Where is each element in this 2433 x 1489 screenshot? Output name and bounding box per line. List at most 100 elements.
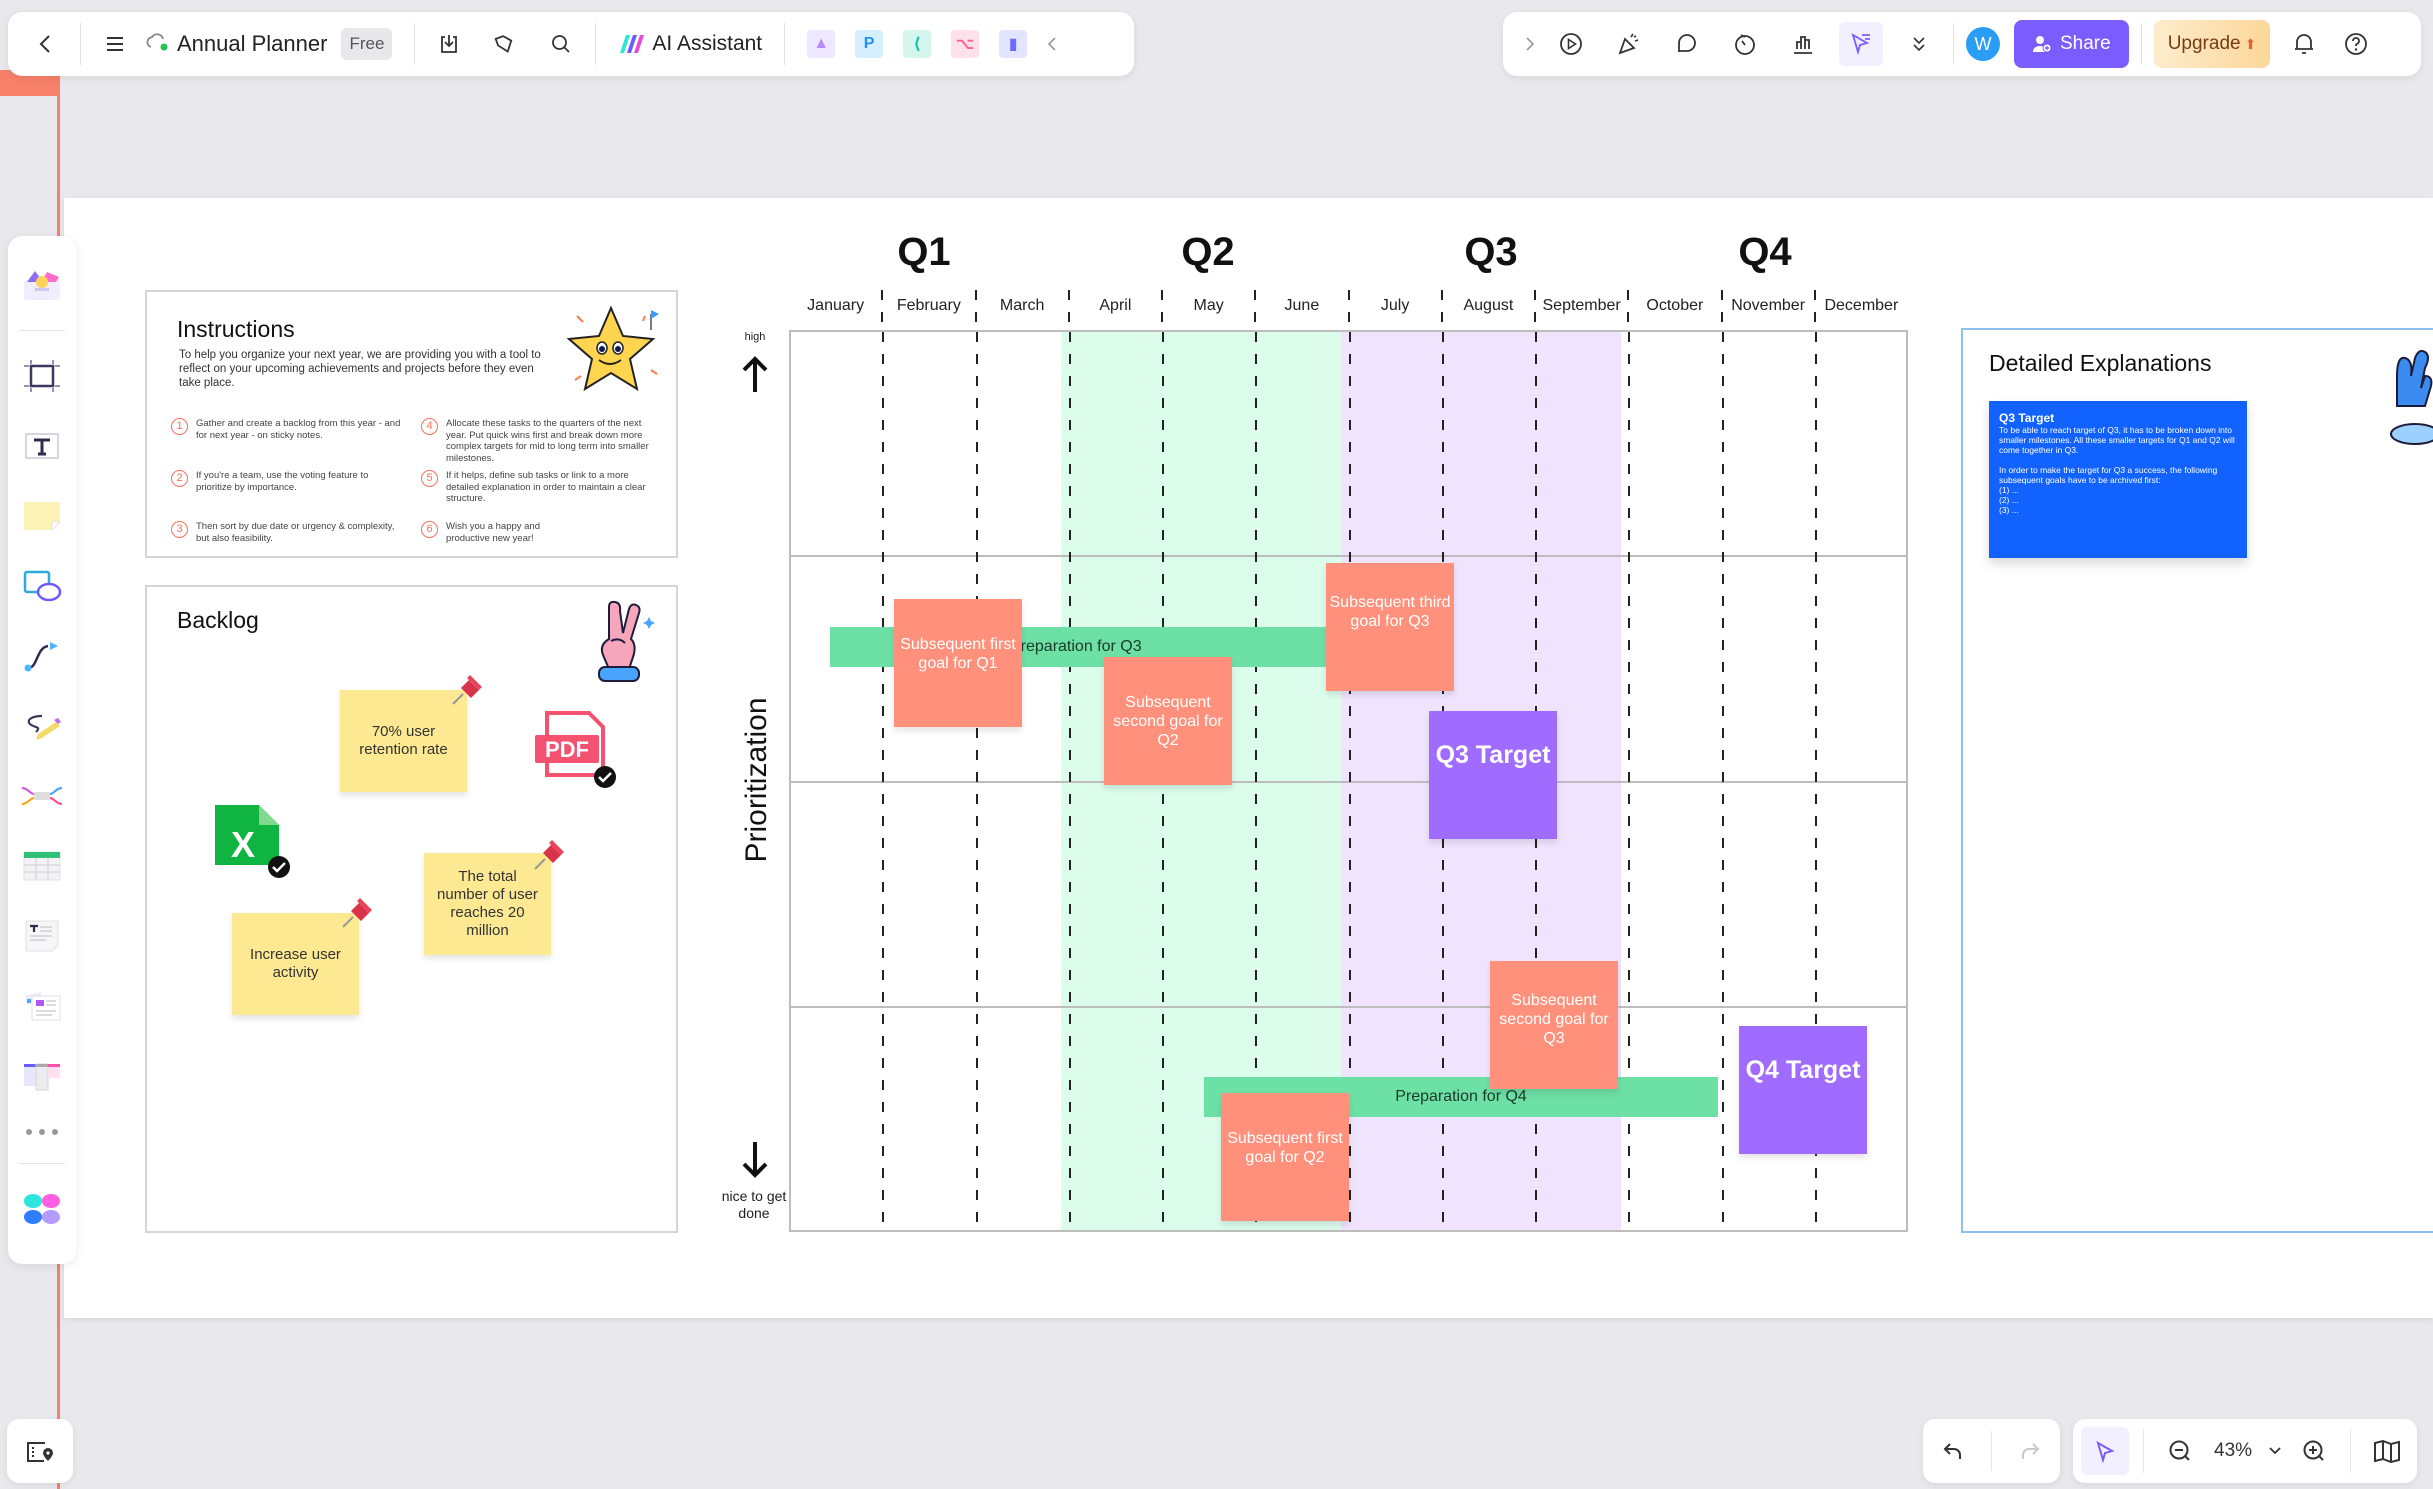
pdf-file-icon: PDF xyxy=(535,711,616,788)
back-button[interactable] xyxy=(24,22,68,66)
flowchart-app-icon[interactable]: ⌥ xyxy=(951,30,980,58)
user-avatar[interactable]: W xyxy=(1966,27,2000,61)
goal-sticky[interactable]: Subsequent second goal for Q2 xyxy=(1104,657,1232,785)
templates-tool[interactable] xyxy=(16,256,68,314)
tag-button[interactable] xyxy=(483,22,527,66)
bell-icon xyxy=(2295,34,2314,54)
search-button[interactable] xyxy=(539,22,583,66)
cursor-icon xyxy=(2096,1440,2115,1463)
notifications-button[interactable] xyxy=(2282,22,2326,66)
document-title[interactable]: Annual Planner xyxy=(177,31,327,57)
step-number: 6 xyxy=(421,521,438,538)
month-label: May xyxy=(1193,297,1224,314)
export-button[interactable] xyxy=(427,22,471,66)
outline-map-button[interactable] xyxy=(7,1419,73,1483)
cards-tool[interactable] xyxy=(16,977,68,1035)
search-icon xyxy=(552,35,571,53)
arrow-up-icon xyxy=(742,356,768,392)
redo-button[interactable] xyxy=(2008,1429,2052,1473)
zoom-in-icon xyxy=(2303,1440,2324,1461)
month-tick xyxy=(1720,290,1723,330)
star-mascot-icon xyxy=(566,305,659,392)
step-text: If it helps, define sub tasks or link to… xyxy=(446,470,646,504)
document-tool[interactable] xyxy=(16,907,68,965)
zoom-out-button[interactable] xyxy=(2158,1429,2202,1473)
present-button[interactable] xyxy=(1549,22,1593,66)
chevrons-down-icon xyxy=(1913,37,1925,52)
goal-sticky[interactable]: Subsequent second goal for Q3 xyxy=(1490,961,1618,1089)
connector-tool[interactable] xyxy=(16,627,68,685)
month-tick xyxy=(881,290,884,330)
select-tool-button[interactable] xyxy=(2081,1427,2129,1475)
month-label: April xyxy=(1099,297,1132,314)
card-body: To be able to reach target of Q3, it has… xyxy=(1999,425,2235,515)
ai-image-app-icon[interactable]: ▲ xyxy=(807,30,836,58)
table-tool[interactable] xyxy=(16,837,68,895)
mindmap-icon xyxy=(21,786,63,806)
timer-button[interactable] xyxy=(1723,22,1767,66)
card-title: Q3 Target xyxy=(1999,411,2055,425)
month-label: November xyxy=(1731,297,1806,314)
step-number: 5 xyxy=(421,470,438,487)
mindmap-tool[interactable] xyxy=(16,767,68,825)
ai-assistant-button[interactable]: AI Assistant xyxy=(608,32,772,56)
minimap-button[interactable] xyxy=(2365,1429,2409,1473)
step-number: 3 xyxy=(171,521,188,538)
ok-hand-icon xyxy=(2390,349,2433,445)
text-tool[interactable] xyxy=(16,417,68,475)
pdf-file-attachment[interactable]: PDF xyxy=(533,711,619,793)
laser-pointer-button[interactable] xyxy=(1839,22,1883,66)
month-label: December xyxy=(1824,297,1899,314)
more-tools-button[interactable] xyxy=(1897,22,1941,66)
celebrate-button[interactable] xyxy=(1607,22,1651,66)
q3-target-sticky[interactable]: Q3 Target xyxy=(1429,711,1557,839)
instructions-intro: To help you organize your next year, we … xyxy=(179,349,541,389)
comment-button[interactable] xyxy=(1665,22,1709,66)
backlog-panel[interactable]: Backlog 70% user retention rate The tota… xyxy=(145,585,678,1233)
q4-target-sticky[interactable]: Q4 Target xyxy=(1739,1026,1867,1154)
upgrade-button[interactable]: Upgrade ⬆ xyxy=(2153,20,2271,68)
step-text: Wish you a happy and productive new year… xyxy=(446,521,541,544)
pen-tool[interactable] xyxy=(16,697,68,755)
kanban-icon xyxy=(24,1063,60,1091)
hamburger-icon xyxy=(107,37,123,51)
help-button[interactable] xyxy=(2334,22,2378,66)
zoom-in-button[interactable] xyxy=(2292,1429,2336,1473)
vote-button[interactable] xyxy=(1781,22,1825,66)
chevron-left-icon xyxy=(39,35,50,53)
zoom-level[interactable]: 43% xyxy=(2214,1440,2252,1462)
apps-tool[interactable] xyxy=(16,1180,68,1238)
excel-file-attachment[interactable]: X xyxy=(213,803,293,883)
chat-app-icon[interactable]: ▮ xyxy=(999,30,1028,58)
month-tick xyxy=(1161,290,1163,330)
month-label: September xyxy=(1542,297,1621,314)
kanban-tool[interactable] xyxy=(16,1047,68,1105)
mindmap-app-icon[interactable]: ⟨ xyxy=(903,30,932,58)
sticky-note[interactable]: 70% user retention rate xyxy=(340,690,467,792)
month-label: June xyxy=(1284,297,1320,314)
goal-sticky[interactable]: Subsequent first goal for Q2 xyxy=(1221,1093,1349,1221)
plan-badge: Free xyxy=(341,28,393,60)
goal-sticky[interactable]: Subsequent first goal for Q1 xyxy=(894,599,1022,727)
month-label: March xyxy=(999,297,1045,314)
menu-button[interactable] xyxy=(93,22,137,66)
svg-text:X: X xyxy=(231,824,255,865)
details-title: Detailed Explanations xyxy=(1989,350,2212,376)
goal-sticky[interactable]: Subsequent third goal for Q3 xyxy=(1326,563,1454,691)
share-button[interactable]: Share xyxy=(2014,20,2129,68)
zoom-dropdown-button[interactable] xyxy=(2264,1429,2286,1473)
undo-button[interactable] xyxy=(1931,1429,1975,1473)
presentation-app-icon[interactable]: P xyxy=(855,30,884,58)
text-icon xyxy=(25,433,59,459)
collapse-apps-button[interactable] xyxy=(1037,22,1067,66)
instructions-panel[interactable]: Instructions To help you organize your n… xyxy=(145,290,678,558)
frame-tool[interactable] xyxy=(16,347,68,405)
more-tools-button[interactable] xyxy=(16,1117,68,1147)
arrow-up-icon: ⬆ xyxy=(2244,35,2257,52)
sticky-note-tool[interactable] xyxy=(16,487,68,545)
expand-toolbar-button[interactable] xyxy=(1517,22,1543,66)
share-label: Share xyxy=(2060,33,2111,54)
connector-icon xyxy=(24,642,58,672)
shape-tool[interactable] xyxy=(16,557,68,615)
q3-target-explanation-card[interactable]: Q3 Target To be able to reach target of … xyxy=(1989,401,2247,558)
